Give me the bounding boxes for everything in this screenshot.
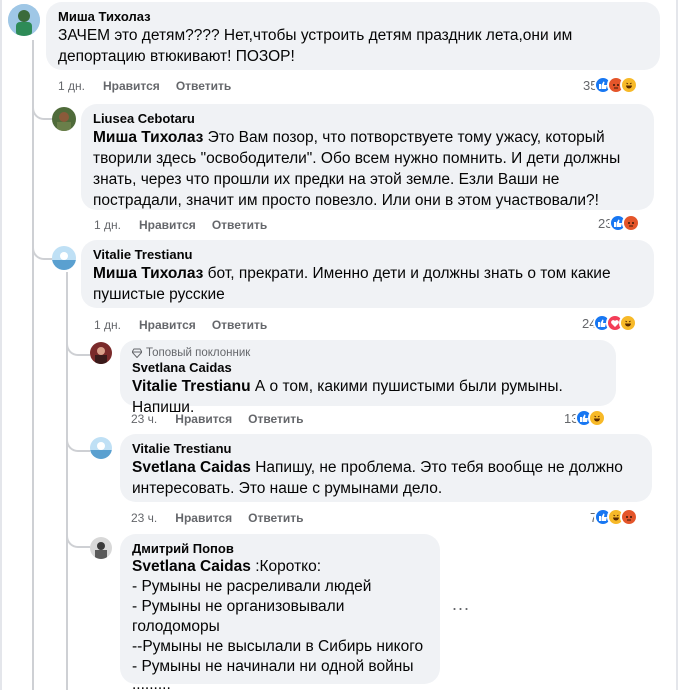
comment-author[interactable]: Vitalie Trestianu (132, 441, 640, 457)
comment-line: - Румыны не начинали ни одной войны (132, 658, 414, 675)
reaction-summary[interactable]: 7 (590, 508, 639, 526)
comment-timestamp[interactable]: 1 дн. (58, 79, 85, 93)
thread-connector (66, 522, 90, 548)
like-button[interactable]: Нравится (103, 79, 160, 93)
comment-timestamp[interactable]: 23 ч. (131, 511, 157, 525)
like-button[interactable]: Нравится (139, 318, 196, 332)
badge-label: Топовый поклонник (146, 347, 251, 359)
comment-bubble: Vitalie Trestianu Svetlana Caidas Напишу… (120, 434, 652, 502)
comment-text-wrapper: Миша Тихолаз Это Вам позор, что потворст… (93, 127, 642, 211)
mention-link[interactable]: Vitalie Trestianu (132, 378, 251, 395)
comment-actions: 23 ч. Нравится Ответить (131, 511, 304, 525)
comment-text-wrapper: Svetlana Caidas :Коротко: (132, 557, 428, 577)
comment-bubble: Миша Тихолаз ЗАЧЕМ это детям???? Нет,что… (46, 2, 660, 70)
avatar-image (52, 246, 76, 270)
haha-reaction-icon (588, 409, 607, 427)
comment-text: ЗАЧЕМ это детям???? Нет,чтобы устроить д… (58, 27, 573, 65)
comment-actions: 23 ч. Нравится Ответить (131, 412, 304, 426)
reply-button[interactable]: Ответить (248, 511, 303, 525)
comment-line: - Румыны не организовывали голодоморы (132, 598, 345, 635)
reaction-summary[interactable]: 35 (583, 76, 639, 94)
mention-link[interactable]: Svetlana Caidas (132, 558, 251, 575)
reply-button[interactable]: Ответить (212, 218, 267, 232)
comment-actions: 1 дн. Нравится Ответить (58, 79, 231, 93)
avatar[interactable] (90, 537, 112, 559)
thread-connector (32, 96, 54, 120)
thread-connector (66, 426, 90, 452)
diamond-icon (132, 348, 142, 358)
reaction-summary[interactable]: 23 (598, 214, 641, 232)
top-fan-badge: Топовый поклонник (132, 346, 604, 360)
comment-timestamp[interactable]: 1 дн. (94, 318, 121, 332)
angry-reaction-icon (622, 214, 641, 232)
comment-text-wrapper: Svetlana Caidas Напишу, не проблема. Это… (132, 457, 640, 499)
avatar-image (8, 4, 40, 36)
comment-author[interactable]: Vitalie Trestianu (93, 247, 642, 263)
comment-line: ......... (132, 676, 171, 693)
comment-author[interactable]: Дмитрий Попов (132, 541, 428, 557)
avatar-image (90, 437, 112, 459)
avatar[interactable] (90, 437, 112, 459)
mention-link[interactable]: Миша Тихолаз (93, 129, 203, 146)
comment-bubble: Vitalie Trestianu Миша Тихолаз бот, прек… (81, 240, 654, 308)
avatar-image (90, 342, 112, 364)
reply-button[interactable]: Ответить (176, 79, 231, 93)
comment-bubble: Liusea Cebotaru Миша Тихолаз Это Вам поз… (81, 104, 654, 210)
comment-author[interactable]: Liusea Cebotaru (93, 111, 642, 127)
comment-actions: 1 дн. Нравится Ответить (94, 218, 267, 232)
comment-line: --Румыны не высылали в Сибирь никого (132, 638, 424, 655)
comment-bubble: Топовый поклонник Svetlana Caidas Vitali… (120, 340, 616, 416)
like-button[interactable]: Нравится (139, 218, 196, 232)
comment-author[interactable]: Миша Тихолаз (58, 9, 648, 25)
mention-link[interactable]: Миша Тихолаз (93, 265, 203, 282)
left-frame-edge (0, 0, 2, 690)
reply-button[interactable]: Ответить (248, 412, 303, 426)
haha-reaction-icon (620, 76, 639, 94)
avatar[interactable] (90, 342, 112, 364)
avatar[interactable] (52, 246, 76, 270)
more-options-button[interactable]: ... (452, 594, 470, 615)
thread-connector (66, 330, 90, 356)
thread-connector (32, 236, 54, 260)
haha-reaction-icon (619, 314, 638, 332)
like-button[interactable]: Нравится (175, 412, 232, 426)
avatar-image (52, 107, 76, 131)
avatar[interactable] (52, 107, 76, 131)
avatar-image (90, 537, 112, 559)
mention-link[interactable]: Svetlana Caidas (132, 459, 251, 476)
like-button[interactable]: Нравится (175, 511, 232, 525)
reply-button[interactable]: Ответить (212, 318, 267, 332)
reaction-summary[interactable]: 13 (564, 409, 607, 427)
reaction-summary[interactable]: 24 (582, 314, 638, 332)
comment-bubble: Дмитрий Попов Svetlana Caidas :Коротко: … (120, 534, 440, 693)
comment-actions: 1 дн. Нравится Ответить (94, 318, 267, 332)
comment-line: - Румыны не расреливали людей (132, 578, 372, 595)
comment-timestamp[interactable]: 23 ч. (131, 412, 157, 426)
thread-line (32, 40, 34, 690)
comment-text-wrapper: Миша Тихолаз бот, прекрати. Именно дети … (93, 263, 642, 305)
angry-reaction-icon (620, 508, 639, 526)
comment-author[interactable]: Svetlana Caidas (132, 360, 604, 376)
comment-timestamp[interactable]: 1 дн. (94, 218, 121, 232)
avatar[interactable] (8, 4, 40, 36)
comment-text: :Коротко: (250, 558, 322, 575)
